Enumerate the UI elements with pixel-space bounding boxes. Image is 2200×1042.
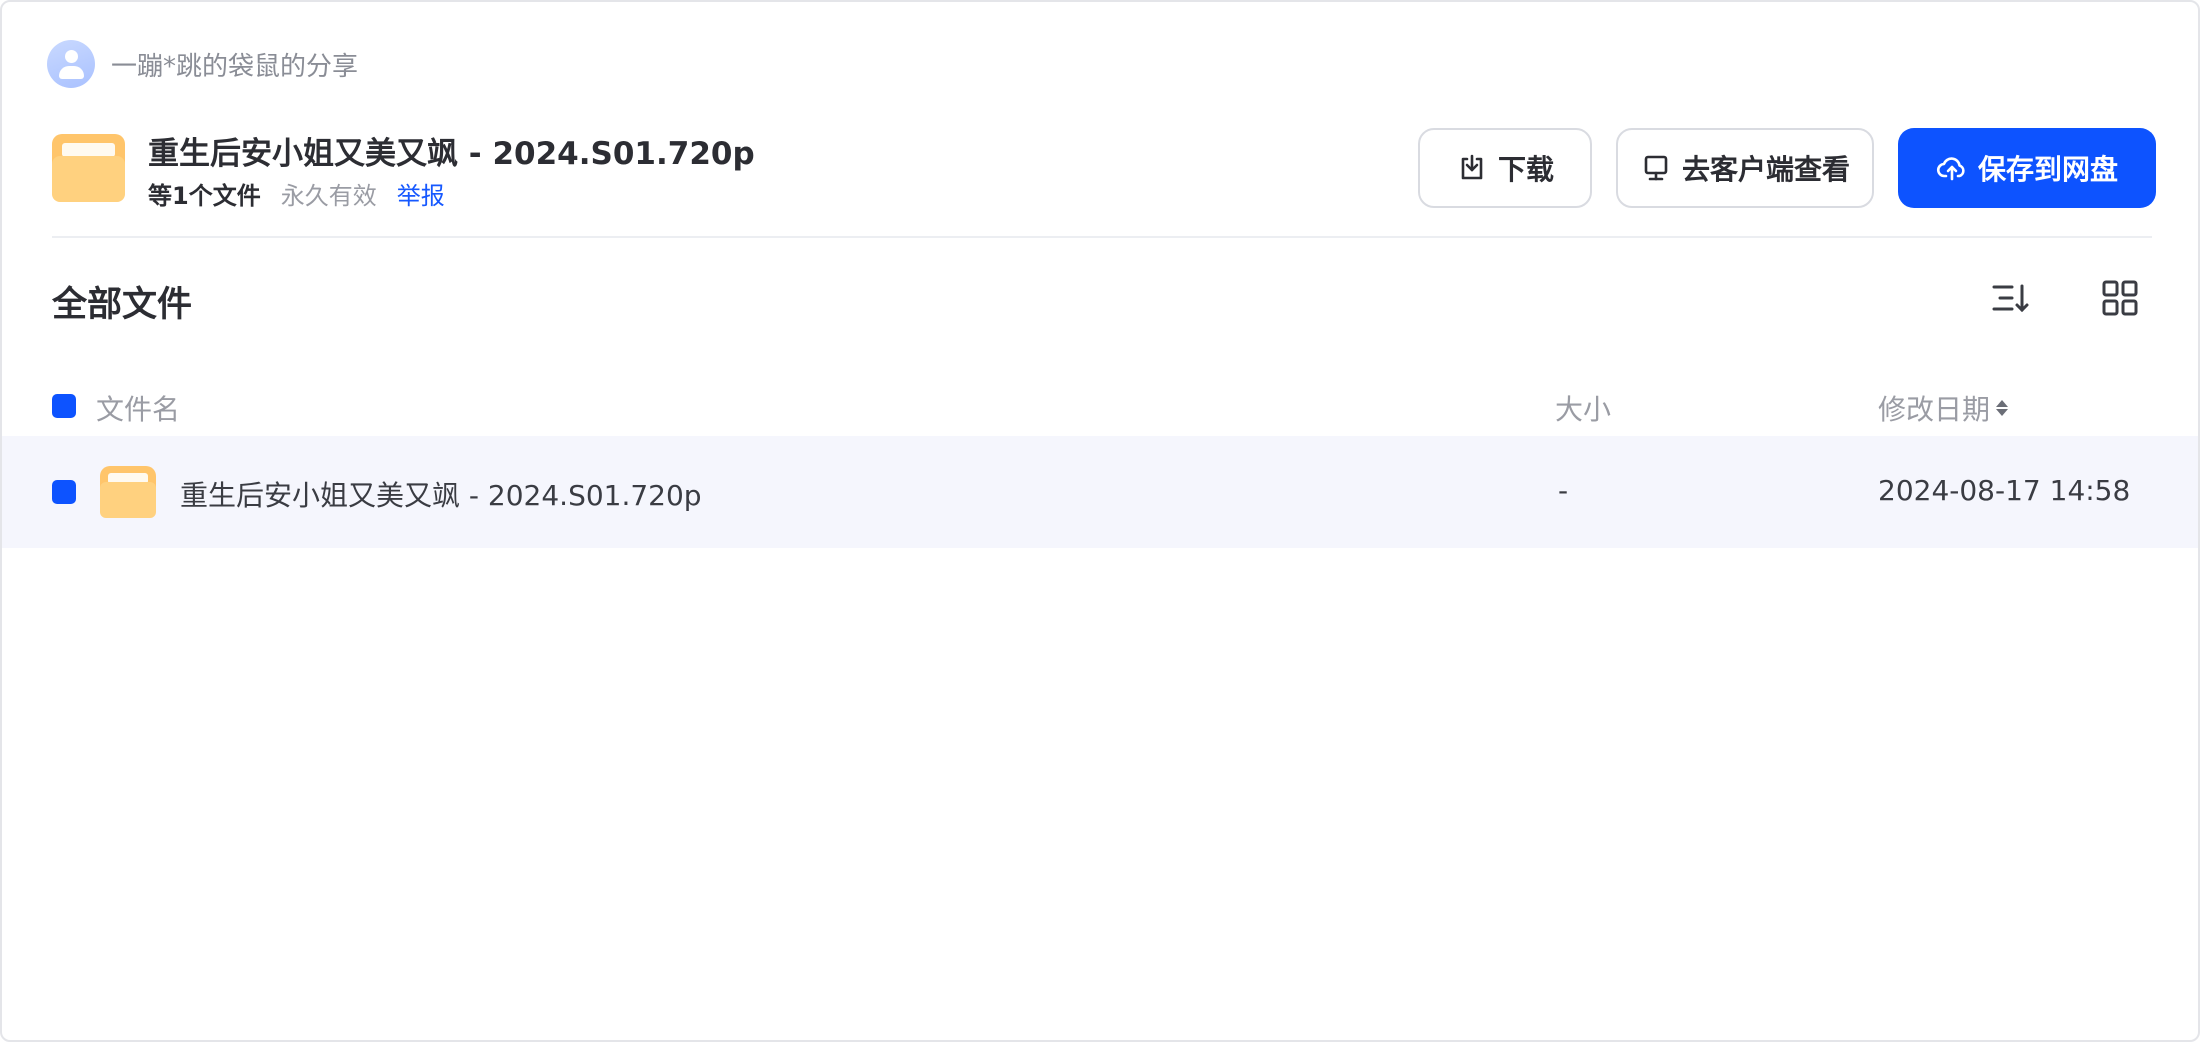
folder-icon [100, 466, 156, 518]
sort-icon[interactable] [1990, 278, 2030, 318]
table-row[interactable]: 重生后安小姐又美又飒 - 2024.S01.720p - 2024-08-17 … [2, 436, 2198, 548]
download-icon [1461, 154, 1483, 180]
file-name[interactable]: 重生后安小姐又美又飒 - 2024.S01.720p [180, 474, 702, 514]
column-size: 大小 [1555, 393, 1612, 426]
grid-view-icon[interactable] [2100, 278, 2140, 318]
divider [52, 236, 2152, 238]
client-label: 去客户端查看 [1681, 153, 1850, 186]
user-avatar-icon [47, 40, 95, 88]
save-label: 保存到网盘 [1977, 153, 2118, 186]
download-button[interactable]: 下载 [1418, 128, 1592, 208]
cloud-upload-icon [1936, 157, 1965, 181]
save-to-drive-button[interactable]: 保存到网盘 [1898, 128, 2156, 208]
sharer-info: 一蹦*跳的袋鼠的分享 [47, 40, 358, 88]
column-modified-label: 修改日期 [1878, 393, 1991, 426]
open-in-client-button[interactable]: 去客户端查看 [1616, 128, 1874, 208]
table-header: 文件名 大小 修改日期 [2, 380, 2198, 432]
folder-icon [52, 134, 125, 202]
validity-label: 永久有效 [280, 182, 377, 210]
share-title: 重生后安小姐又美又飒 - 2024.S01.720p [148, 136, 755, 172]
column-name: 文件名 [96, 393, 181, 426]
file-modified: 2024-08-17 14:58 [1878, 474, 2131, 507]
download-label: 下载 [1497, 153, 1554, 186]
monitor-icon [1644, 155, 1668, 181]
report-link[interactable]: 举报 [397, 176, 445, 211]
share-meta: 等1个文件 永久有效 举报 [148, 176, 445, 211]
row-checkbox[interactable] [52, 480, 76, 504]
share-page: 一蹦*跳的袋鼠的分享 重生后安小姐又美又飒 - 2024.S01.720p 等1… [0, 0, 2200, 1042]
sharer-name: 一蹦*跳的袋鼠的分享 [111, 51, 359, 82]
section-title: 全部文件 [52, 285, 193, 325]
select-all-checkbox[interactable] [52, 394, 76, 418]
file-size: - [1558, 474, 1569, 507]
sort-caret-icon [1996, 400, 2009, 416]
file-count: 等1个文件 [148, 182, 261, 210]
column-modified-date[interactable]: 修改日期 [1878, 388, 2009, 428]
